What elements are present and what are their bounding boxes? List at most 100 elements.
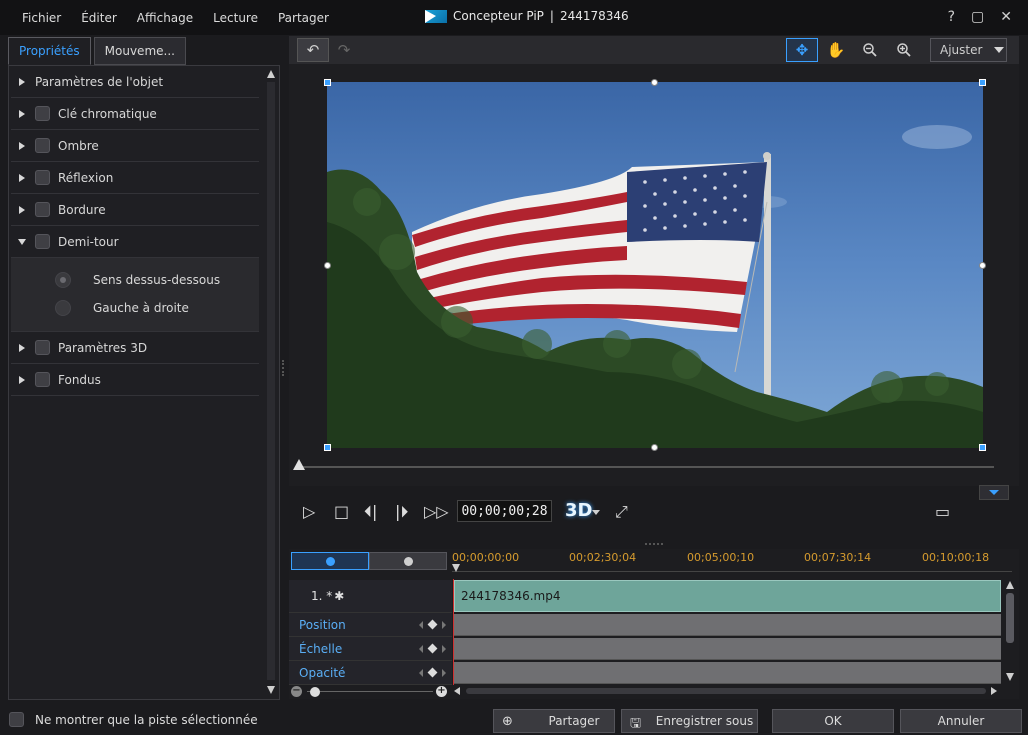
resize-handle-top[interactable] bbox=[651, 79, 658, 86]
preview-scrubber[interactable] bbox=[293, 459, 994, 473]
hand-tool-button[interactable]: ✋ bbox=[822, 38, 850, 62]
property-reflection[interactable]: Réflexion bbox=[11, 162, 259, 194]
panel-splitter[interactable] bbox=[282, 360, 285, 376]
previous-keyframe-icon[interactable] bbox=[419, 668, 423, 677]
menu-partager[interactable]: Partager bbox=[278, 11, 329, 25]
reflection-checkbox[interactable] bbox=[35, 170, 50, 185]
expand-arrow-icon[interactable] bbox=[19, 375, 25, 384]
stop-icon[interactable]: □ bbox=[334, 502, 349, 521]
maximize-icon[interactable]: ▢ bbox=[971, 9, 984, 25]
keyframe-track-scale[interactable]: Échelle bbox=[289, 637, 452, 661]
scroll-down-icon[interactable] bbox=[267, 686, 275, 694]
flip-checkbox[interactable] bbox=[35, 234, 50, 249]
scroll-left-icon[interactable] bbox=[454, 687, 460, 695]
previous-keyframe-icon[interactable] bbox=[419, 620, 423, 629]
scroll-down-icon[interactable] bbox=[1006, 673, 1014, 681]
timecode-display[interactable]: 00;00;00;28 bbox=[457, 500, 552, 522]
shadow-checkbox[interactable] bbox=[35, 138, 50, 153]
tab-properties[interactable]: Propriétés bbox=[8, 37, 91, 65]
resize-handle-top-right[interactable] bbox=[979, 79, 986, 86]
select-tool-button[interactable]: ✥ bbox=[786, 38, 818, 62]
share-button[interactable]: ⊕ Partager bbox=[493, 709, 615, 733]
expand-arrow-icon[interactable] bbox=[19, 205, 25, 214]
3d-settings-checkbox[interactable] bbox=[35, 340, 50, 355]
play-icon[interactable]: ▷ bbox=[303, 502, 315, 521]
property-chroma-key[interactable]: Clé chromatique bbox=[11, 98, 259, 130]
keyframe-lane-position[interactable] bbox=[454, 614, 1001, 636]
menu-affichage[interactable]: Affichage bbox=[137, 11, 193, 25]
tab-motion[interactable]: Mouveme... bbox=[93, 37, 186, 65]
expand-arrow-icon[interactable] bbox=[19, 173, 25, 182]
undo-button[interactable]: ↶ bbox=[297, 38, 329, 62]
chevron-down-icon[interactable] bbox=[592, 510, 600, 515]
menu-lecture[interactable]: Lecture bbox=[213, 11, 258, 25]
zoom-in-icon[interactable]: + bbox=[436, 686, 447, 697]
keyframe-track-position[interactable]: Position bbox=[289, 613, 452, 637]
flip-left-right-option[interactable]: Gauche à droite bbox=[55, 300, 189, 316]
menu-editer[interactable]: Éditer bbox=[81, 11, 117, 25]
timeline-zoom-slider[interactable]: − + bbox=[291, 686, 449, 698]
timeline-mode-clip[interactable] bbox=[291, 552, 369, 570]
property-3d-settings[interactable]: Paramètres 3D bbox=[11, 332, 259, 364]
help-icon[interactable]: ? bbox=[948, 9, 955, 25]
resize-handle-top-left[interactable] bbox=[324, 79, 331, 86]
chroma-key-checkbox[interactable] bbox=[35, 106, 50, 121]
resize-handle-bottom[interactable] bbox=[651, 444, 658, 451]
resize-handle-right[interactable] bbox=[979, 262, 986, 269]
fit-dropdown[interactable]: Ajuster bbox=[930, 38, 1007, 62]
only-selected-checkbox[interactable] bbox=[9, 712, 24, 727]
add-keyframe-icon[interactable] bbox=[427, 643, 438, 654]
keyframe-track-opacity[interactable]: Opacité bbox=[289, 661, 452, 685]
fast-forward-icon[interactable]: ▷▷ bbox=[424, 502, 449, 521]
next-keyframe-icon[interactable] bbox=[442, 620, 446, 629]
timeline-mode-movie[interactable] bbox=[369, 552, 447, 570]
timeline-ruler[interactable]: 00;00;00;00 00;02;30;04 00;05;00;10 00;0… bbox=[452, 549, 1012, 575]
property-shadow[interactable]: Ombre bbox=[11, 130, 259, 162]
save-as-button[interactable]: 🖫 Enregistrer sous bbox=[621, 709, 758, 733]
zoom-rail[interactable] bbox=[307, 691, 433, 692]
resize-handle-bottom-left[interactable] bbox=[324, 444, 331, 451]
zoom-in-button[interactable] bbox=[890, 38, 918, 62]
resize-handle-bottom-right[interactable] bbox=[979, 444, 986, 451]
aspect-ratio-icon[interactable]: ▭ bbox=[935, 502, 950, 521]
redo-button[interactable]: ↷ bbox=[331, 38, 357, 62]
resize-handle-left[interactable] bbox=[324, 262, 331, 269]
expand-arrow-icon[interactable] bbox=[19, 77, 25, 86]
expand-arrow-icon[interactable] bbox=[19, 141, 25, 150]
border-checkbox[interactable] bbox=[35, 202, 50, 217]
menu-fichier[interactable]: Fichier bbox=[22, 11, 61, 25]
collapse-arrow-icon[interactable] bbox=[18, 238, 26, 245]
property-object-settings[interactable]: Paramètres de l'objet bbox=[11, 66, 259, 98]
only-selected-track-toggle[interactable]: Ne montrer que la piste sélectionnée bbox=[9, 712, 258, 727]
add-keyframe-icon[interactable] bbox=[427, 619, 438, 630]
3d-mode-button[interactable]: 3D bbox=[565, 500, 592, 521]
fades-checkbox[interactable] bbox=[35, 372, 50, 387]
next-keyframe-icon[interactable] bbox=[442, 644, 446, 653]
playhead-marker[interactable] bbox=[452, 564, 460, 572]
radio-upside-down[interactable] bbox=[55, 272, 71, 288]
previous-keyframe-icon[interactable] bbox=[419, 644, 423, 653]
scroll-thumb[interactable] bbox=[1006, 593, 1014, 643]
video-preview[interactable] bbox=[327, 82, 983, 448]
property-flip[interactable]: Demi-tour bbox=[11, 226, 259, 258]
scroll-up-icon[interactable] bbox=[267, 70, 275, 78]
expand-arrow-icon[interactable] bbox=[19, 109, 25, 118]
fullscreen-icon[interactable]: ⤢ bbox=[615, 502, 628, 522]
zoom-out-button[interactable] bbox=[856, 38, 884, 62]
zoom-thumb[interactable] bbox=[310, 687, 320, 697]
track-header[interactable]: 1. * ✱ bbox=[289, 580, 452, 613]
scroll-thumb[interactable] bbox=[466, 688, 986, 694]
add-keyframe-icon[interactable] bbox=[427, 667, 438, 678]
cancel-button[interactable]: Annuler bbox=[900, 709, 1022, 733]
ok-button[interactable]: OK bbox=[772, 709, 894, 733]
property-fades[interactable]: Fondus bbox=[11, 364, 259, 396]
scrubber-handle[interactable] bbox=[293, 459, 305, 470]
scrubber-track[interactable] bbox=[298, 466, 994, 468]
property-border[interactable]: Bordure bbox=[11, 194, 259, 226]
close-icon[interactable]: ✕ bbox=[1000, 9, 1012, 25]
keyframe-lane-scale[interactable] bbox=[454, 638, 1001, 660]
timeline-horizontal-scrollbar[interactable] bbox=[454, 686, 1001, 696]
properties-scrollbar[interactable] bbox=[266, 68, 276, 696]
keyframe-lane-opacity[interactable] bbox=[454, 662, 1001, 684]
timeline-vertical-scrollbar[interactable] bbox=[1005, 579, 1015, 683]
